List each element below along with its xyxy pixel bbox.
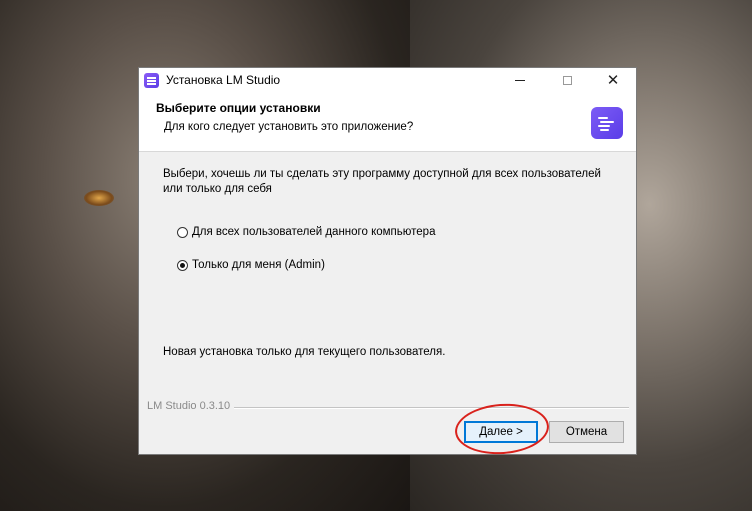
version-label: LM Studio 0.3.10 <box>147 400 235 412</box>
radio-current-user-label[interactable]: Только для меня (Admin) <box>192 259 325 271</box>
wallpaper-eye <box>84 190 114 206</box>
header-panel: Выберите опции установки Для кого следуе… <box>139 93 636 152</box>
window-title: Установка LM Studio <box>166 73 281 87</box>
radio-current-user-circle[interactable] <box>177 259 188 271</box>
page-subtitle: Для кого следует установить это приложен… <box>164 121 414 133</box>
installer-window: Установка LM Studio ✕ Выберите опции уст… <box>138 67 637 455</box>
page-title: Выберите опции установки <box>156 101 321 115</box>
cancel-button[interactable]: Отмена <box>549 421 624 443</box>
maximize-icon <box>562 76 572 85</box>
title-bar[interactable]: Установка LM Studio ✕ <box>139 68 636 93</box>
lm-studio-logo-icon <box>591 107 623 139</box>
version-separator: LM Studio 0.3.10 <box>147 400 629 414</box>
radio-all-users[interactable]: Для всех пользователей данного компьютер… <box>177 226 435 238</box>
radio-all-users-circle[interactable] <box>177 226 188 238</box>
description-text: Выбери, хочешь ли ты сделать эту програм… <box>163 168 601 195</box>
lm-studio-icon <box>144 73 159 88</box>
radio-all-users-label[interactable]: Для всех пользователей данного компьютер… <box>192 226 435 238</box>
minimize-button[interactable] <box>497 68 543 93</box>
close-icon: ✕ <box>606 71 620 89</box>
close-button[interactable]: ✕ <box>590 68 636 93</box>
minimize-icon <box>515 80 525 81</box>
install-status-text: Новая установка только для текущего поль… <box>163 346 446 358</box>
maximize-button[interactable] <box>544 68 590 93</box>
radio-current-user[interactable]: Только для меня (Admin) <box>177 259 325 271</box>
